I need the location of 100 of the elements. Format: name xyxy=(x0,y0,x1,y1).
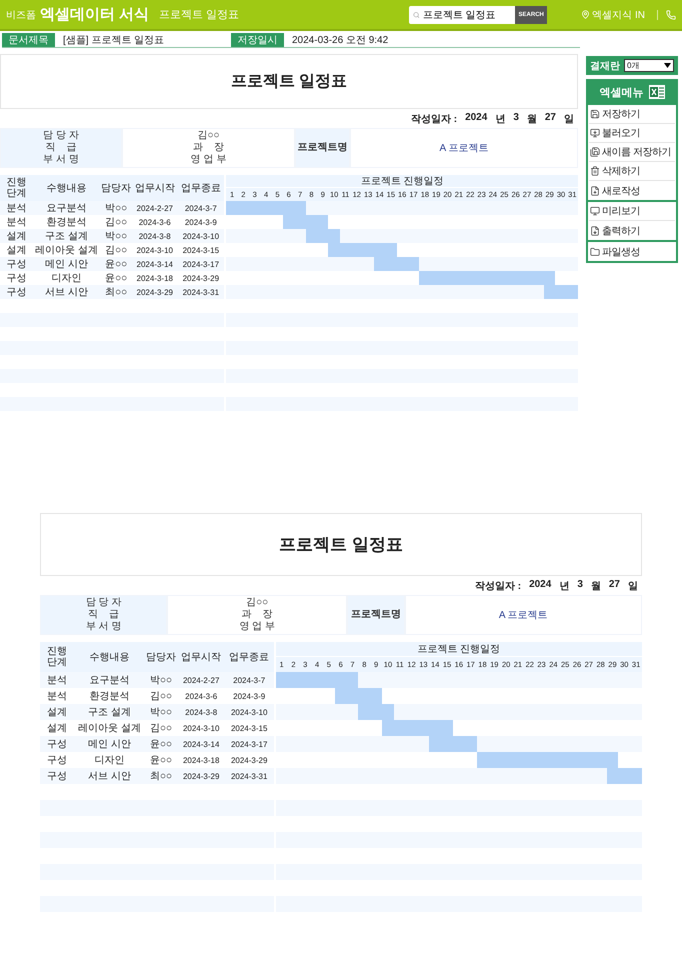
table-cell-text: 2024-3-14 xyxy=(136,258,174,270)
table-cell-text: 2024-3-10 xyxy=(182,722,220,734)
table-cell-text: 설계 xyxy=(46,722,68,736)
date-value: 2024 xyxy=(465,112,488,125)
menu-item[interactable]: 새이름 저장하기 xyxy=(589,143,675,162)
table-cell-text: 김○○ xyxy=(104,216,128,229)
table-cell-text: 2024-3-10 xyxy=(182,230,220,242)
field-value: 2024-03-26 오전 9:42 xyxy=(292,34,390,46)
date-unit: 일 xyxy=(628,580,638,593)
field-label: 프로젝트명 xyxy=(298,142,348,154)
table-cell-text: 박○○ xyxy=(148,674,174,688)
field-label: 담 당 자 xyxy=(86,597,122,609)
table-cell-text: 구성 xyxy=(46,738,68,752)
table-cell-text: 2024-3-29 xyxy=(182,770,220,782)
field-label: 저장일시 xyxy=(231,32,284,46)
phone-icon[interactable] xyxy=(666,10,676,20)
field-label: 부 서 명 xyxy=(43,154,79,166)
date-unit: 일 xyxy=(564,113,574,126)
table-cell-text: 레이아웃 설계 xyxy=(34,244,99,257)
table-cell-text: 2024-3-29 xyxy=(182,272,220,284)
search-icon xyxy=(413,10,420,20)
table-cell-text: 윤○○ xyxy=(148,738,174,752)
table-cell-text: 디자인 xyxy=(50,272,83,285)
table-cell-text: 구성 xyxy=(46,770,68,784)
table-cell-text: 레이아웃 설계 xyxy=(76,722,142,736)
date-value: 3 xyxy=(577,579,583,592)
table-cell-text: 2024-3-14 xyxy=(182,738,220,750)
menu-item[interactable]: 저장하기 xyxy=(589,105,675,124)
approval-select[interactable]: 0개 xyxy=(624,59,674,72)
menu-item[interactable]: 미리보기 xyxy=(589,202,675,221)
file-down-icon xyxy=(590,226,600,236)
menu-item[interactable]: 새로작성 xyxy=(589,181,675,200)
table-cell-text: 2024-3-7 xyxy=(232,674,266,686)
table-cell-text: 최○○ xyxy=(148,770,174,784)
table-cell-text: 2024-3-7 xyxy=(184,202,218,214)
table-cell-text: 메인 시안 xyxy=(44,258,89,271)
file-plus-icon xyxy=(590,186,600,196)
column-header: 담당자 xyxy=(145,650,178,664)
field-label: 프로젝트명 xyxy=(350,609,401,621)
table-cell-text: 2024-3-8 xyxy=(138,230,172,242)
table-cell-text: 구성 xyxy=(6,258,28,271)
table-cell-text: 2024-3-9 xyxy=(232,690,266,702)
table-cell-text: 구조 설계 xyxy=(86,706,132,720)
column-header: 수행내용 xyxy=(46,182,88,196)
table-cell-text: 구성 xyxy=(6,286,28,299)
caret-icon xyxy=(664,63,671,68)
column-header: 진행 단계 xyxy=(46,645,68,670)
table-cell-text: 설계 xyxy=(6,230,28,243)
field-value: 김○○ xyxy=(197,130,220,142)
table-cell-text: 분석 xyxy=(6,216,28,229)
trash-icon xyxy=(590,166,600,176)
menu-item[interactable]: 불러오기 xyxy=(589,124,675,143)
table-cell-text: 요구분석 xyxy=(88,674,130,688)
column-header: 업무시작 xyxy=(180,650,222,664)
table-cell-text: 박○○ xyxy=(148,706,174,720)
date-value: 27 xyxy=(544,112,556,125)
date-label: 작성일자 : xyxy=(474,580,522,593)
table-cell-text: 구조 설계 xyxy=(44,230,89,243)
table-cell-text: 윤○○ xyxy=(104,272,128,285)
table-cell-text: 요구분석 xyxy=(46,202,88,215)
field-value: 영 업 부 xyxy=(190,154,226,166)
approval-label: 결재란 xyxy=(590,60,620,72)
table-cell-text: 구성 xyxy=(6,272,28,285)
project-name: A 프로젝트 xyxy=(498,609,548,622)
menu-item[interactable]: 파일생성 xyxy=(589,242,675,261)
table-cell-text: 2024-3-31 xyxy=(230,770,268,782)
table-cell-text: 박○○ xyxy=(104,230,128,243)
table-cell-text: 2024-3-17 xyxy=(182,258,220,270)
menu-item[interactable]: 출력하기 xyxy=(589,221,675,240)
document-title: 프로젝트 일정표 xyxy=(279,534,403,556)
table-cell-text: 최○○ xyxy=(104,286,128,299)
column-header: 업무시작 xyxy=(134,182,176,196)
date-value: 27 xyxy=(608,579,620,592)
table-cell-text: 윤○○ xyxy=(148,754,174,768)
table-cell-text: 김○○ xyxy=(104,244,128,257)
spreadsheet-icon xyxy=(648,85,664,99)
column-header: 담당자 xyxy=(100,182,132,196)
field-value: 김○○ xyxy=(246,597,268,609)
field-label: 직 급 xyxy=(45,142,77,154)
table-cell-text: 2024-3-15 xyxy=(182,244,220,256)
field-value: 영 업 부 xyxy=(239,621,275,633)
table-cell-text: 디자인 xyxy=(93,754,126,768)
menu-title: 엑셀메뉴 xyxy=(600,86,644,100)
menu-item[interactable]: 삭제하기 xyxy=(589,162,675,181)
field-label: 부 서 명 xyxy=(86,621,122,633)
table-cell-text: 2024-3-10 xyxy=(230,706,268,718)
table-cell-text: 2024-3-18 xyxy=(182,754,220,766)
table-cell-text: 2024-3-18 xyxy=(136,272,174,284)
table-cell-text: 2024-3-8 xyxy=(184,706,218,718)
date-unit: 월 xyxy=(590,580,601,593)
table-cell-text: 분석 xyxy=(6,202,28,215)
field-value: [샘플] 프로젝트 일정표 xyxy=(63,34,166,46)
table-cell-text: 2024-3-10 xyxy=(136,244,174,256)
table-cell-text: 2024-2-27 xyxy=(182,674,220,686)
date-unit: 월 xyxy=(526,113,537,126)
table-cell-text: 2024-3-31 xyxy=(182,286,220,298)
field-label: 담 당 자 xyxy=(43,130,79,142)
monitor-download-icon xyxy=(590,128,600,138)
date-unit: 년 xyxy=(559,580,570,593)
document-title: 프로젝트 일정표 xyxy=(230,72,348,92)
